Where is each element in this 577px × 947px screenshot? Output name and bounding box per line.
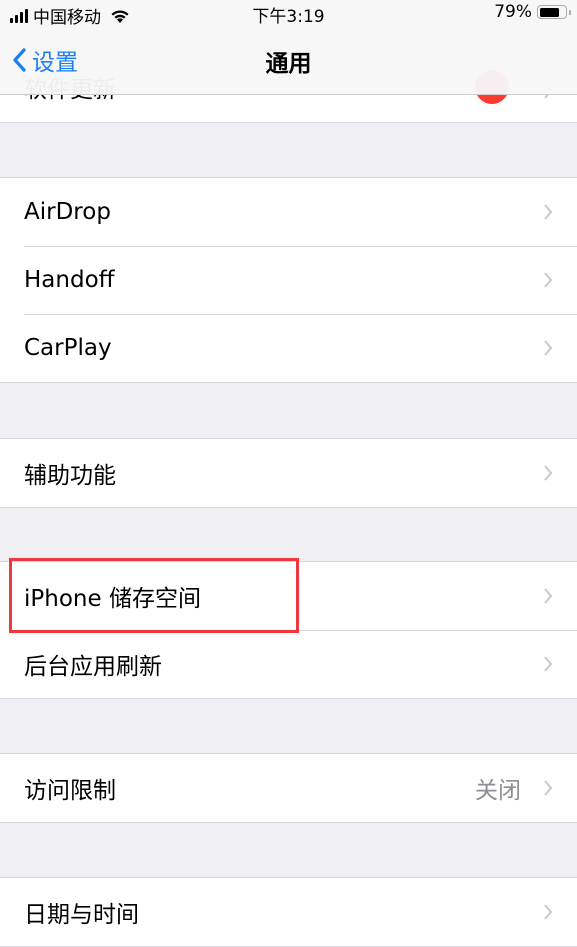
row-label: 后台应用刷新 bbox=[24, 654, 162, 680]
row-date-time[interactable]: 日期与时间 bbox=[0, 878, 577, 946]
battery-fill bbox=[539, 7, 560, 17]
chevron-right-icon bbox=[544, 340, 553, 356]
chevron-right-icon bbox=[544, 904, 553, 920]
status-time: 下午3:19 bbox=[252, 7, 325, 27]
row-detail-value: 关闭 bbox=[475, 778, 521, 804]
row-iphone-storage[interactable]: iPhone 储存空间 bbox=[0, 562, 577, 630]
chevron-right-icon bbox=[544, 780, 553, 796]
group-restrictions: 访问限制 关闭 bbox=[0, 753, 577, 823]
row-label: iPhone 储存空间 bbox=[24, 586, 201, 612]
row-carplay[interactable]: CarPlay bbox=[0, 314, 577, 382]
row-handoff[interactable]: Handoff bbox=[0, 246, 577, 314]
group-connectivity: AirDrop Handoff CarPlay bbox=[0, 177, 577, 383]
group-date-time: 日期与时间 bbox=[0, 877, 577, 947]
row-label: CarPlay bbox=[24, 335, 112, 361]
group-storage: iPhone 储存空间 后台应用刷新 bbox=[0, 561, 577, 699]
navigation-bar: 设置 通用 bbox=[0, 34, 577, 95]
chevron-right-icon bbox=[544, 204, 553, 220]
row-label: 辅助功能 bbox=[24, 463, 116, 489]
battery-nub bbox=[569, 9, 571, 15]
row-accessibility[interactable]: 辅助功能 bbox=[0, 439, 577, 507]
row-airdrop[interactable]: AirDrop bbox=[0, 178, 577, 246]
chevron-right-icon bbox=[544, 588, 553, 604]
page-title: 通用 bbox=[265, 51, 312, 77]
status-right: 79% bbox=[494, 2, 571, 22]
row-label: AirDrop bbox=[24, 199, 111, 225]
chevron-right-icon bbox=[544, 465, 553, 481]
row-background-app-refresh[interactable]: 后台应用刷新 bbox=[0, 630, 577, 698]
status-bar: 中国移动 下午3:19 79% bbox=[0, 0, 577, 34]
row-label: 日期与时间 bbox=[24, 902, 139, 928]
group-accessibility: 辅助功能 bbox=[0, 438, 577, 508]
battery-percent: 79% bbox=[494, 2, 532, 22]
chevron-right-icon bbox=[544, 656, 553, 672]
chevron-right-icon bbox=[544, 272, 553, 288]
battery-icon bbox=[537, 5, 571, 19]
row-restrictions[interactable]: 访问限制 关闭 bbox=[0, 754, 577, 822]
row-label: Handoff bbox=[24, 267, 115, 293]
row-label: 访问限制 bbox=[24, 778, 116, 804]
